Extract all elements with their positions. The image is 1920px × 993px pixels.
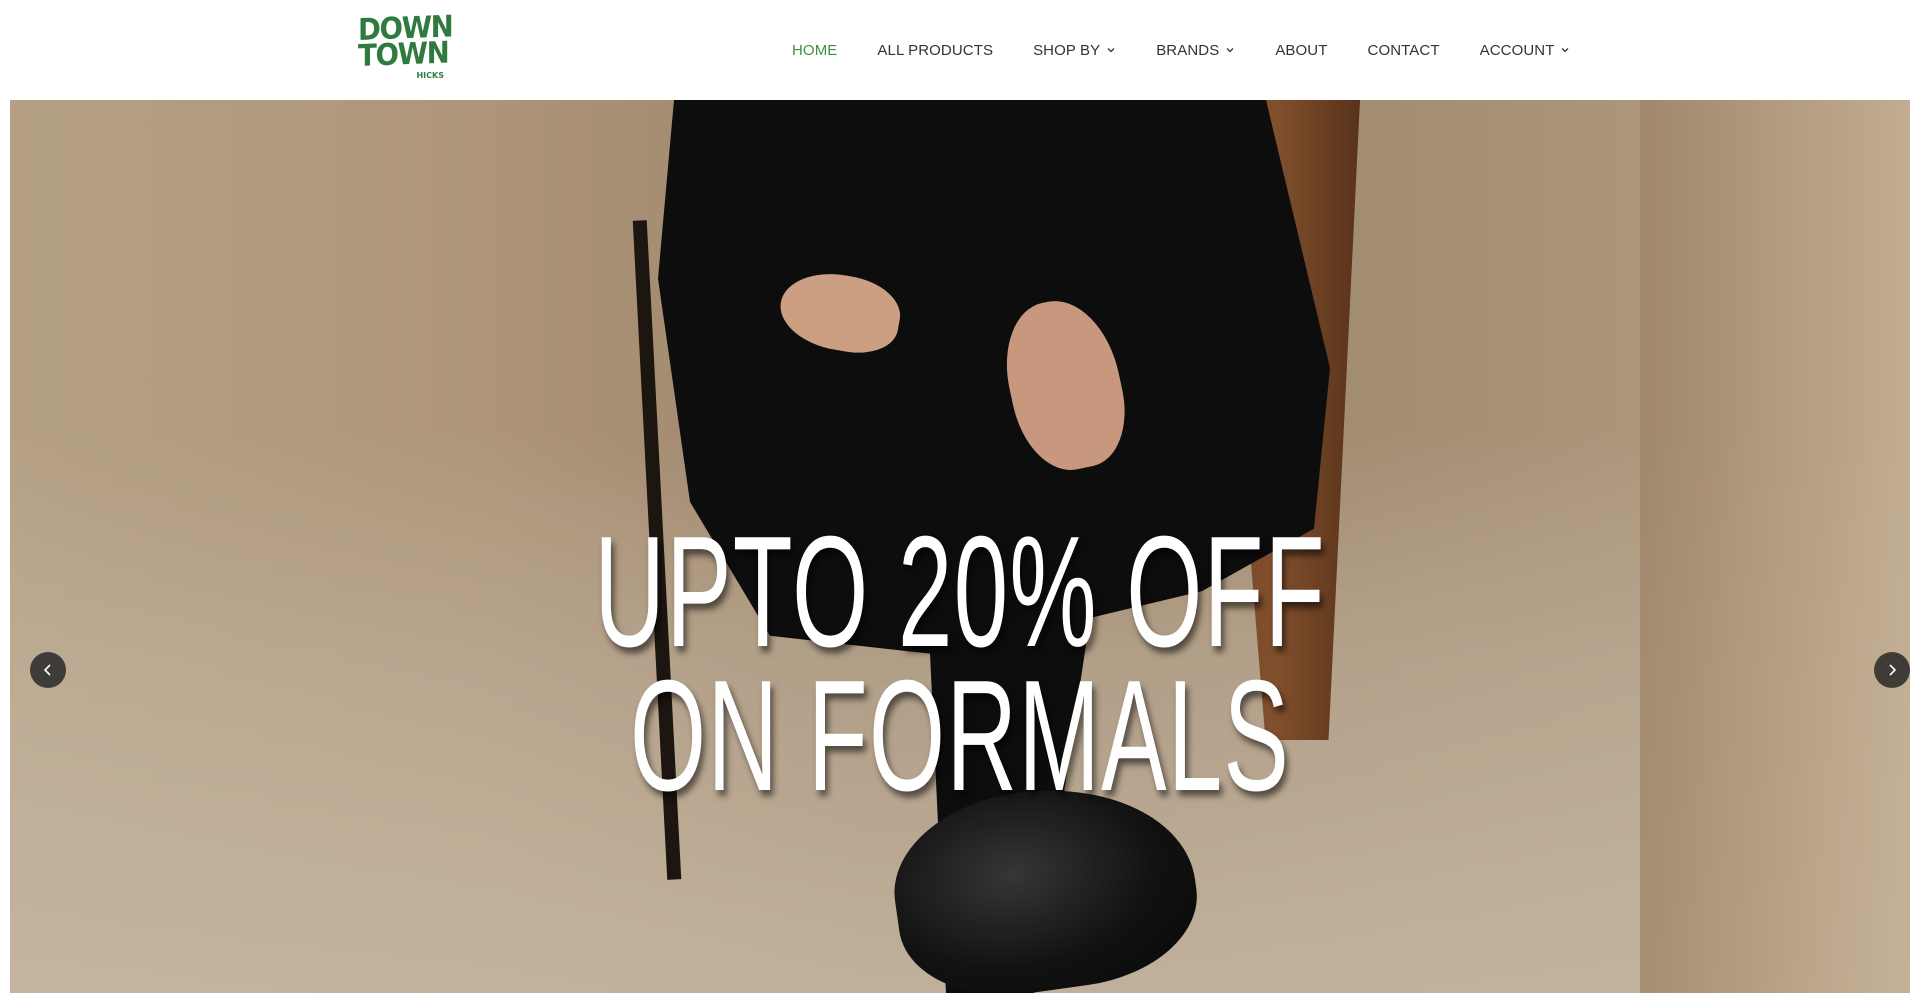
main-nav: HOME ALL PRODUCTS SHOP BY BRANDS ABOUT C…	[792, 0, 1570, 100]
nav-item-label: ALL PRODUCTS	[877, 41, 994, 59]
nav-item-account[interactable]: ACCOUNT	[1480, 42, 1571, 59]
chevron-right-icon	[1889, 664, 1897, 676]
site-header: DOWN TOWN HICKS HOME ALL PRODUCTS SHOP B…	[0, 0, 1920, 100]
chevron-down-icon	[1226, 48, 1234, 53]
nav-item-all-products[interactable]: ALL PRODUCTS	[877, 42, 993, 59]
nav-item-home[interactable]: HOME	[792, 42, 837, 59]
hero-slider: UPTO 20% OFF ON FORMALS	[10, 100, 1910, 993]
chevron-down-icon	[1107, 48, 1115, 53]
nav-item-label: HOME	[792, 41, 838, 59]
hero-headline: UPTO 20% OFF ON FORMALS	[10, 504, 1910, 824]
brand-logo[interactable]: DOWN TOWN HICKS	[358, 9, 454, 82]
nav-item-label: BRANDS	[1156, 41, 1220, 59]
nav-item-about[interactable]: ABOUT	[1275, 42, 1327, 59]
nav-item-shop-by[interactable]: SHOP BY	[1033, 42, 1116, 59]
chevron-down-icon	[1562, 48, 1569, 53]
hero-headline-line1: UPTO 20% OFF	[594, 504, 1326, 680]
hero-headline-line2: ON FORMALS	[629, 648, 1291, 824]
logo-line-bottom: TOWN	[358, 35, 449, 74]
nav-item-contact[interactable]: CONTACT	[1368, 42, 1440, 59]
nav-item-brands[interactable]: BRANDS	[1156, 42, 1235, 59]
slider-prev-button[interactable]	[30, 652, 66, 688]
nav-item-label: SHOP BY	[1033, 41, 1101, 59]
nav-item-label: CONTACT	[1367, 41, 1440, 59]
slider-next-button[interactable]	[1874, 652, 1910, 688]
nav-item-label: ABOUT	[1275, 41, 1328, 59]
nav-item-label: ACCOUNT	[1479, 41, 1555, 59]
chevron-left-icon	[43, 664, 51, 676]
